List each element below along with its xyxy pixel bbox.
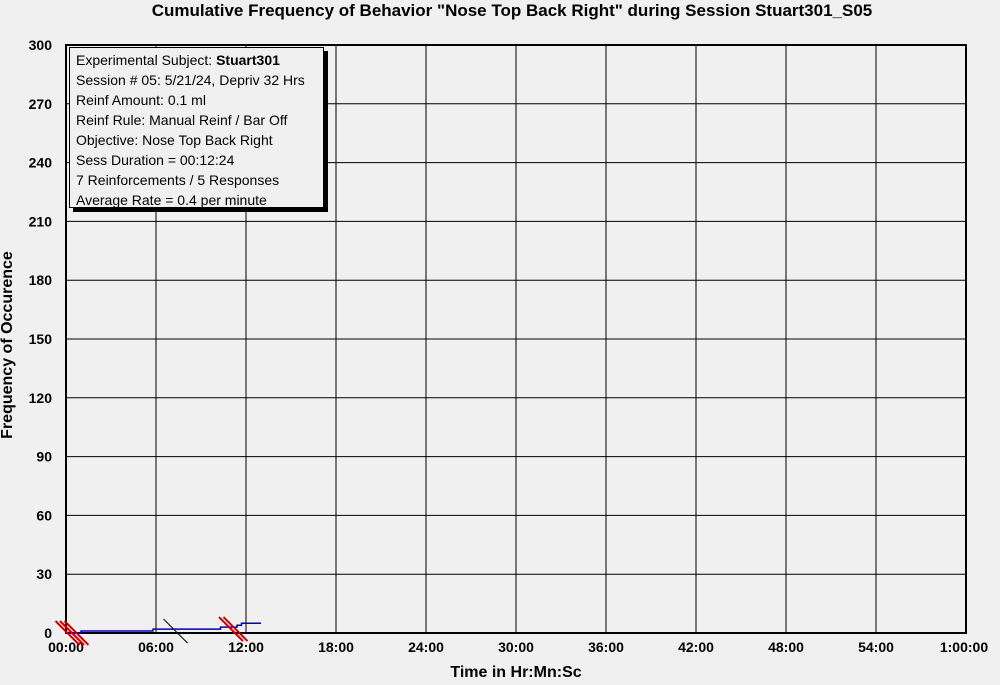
y-tick-label: 300 [29,37,53,53]
info-reinf-amount: Reinf Amount: 0.1 ml [76,92,206,108]
info-session: Session # 05: 5/21/24, Depriv 32 Hrs [76,72,305,88]
chart-title: Cumulative Frequency of Behavior "Nose T… [152,1,873,20]
event-marker [222,616,249,642]
x-axis-title: Time in Hr:Mn:Sc [450,664,581,681]
y-tick-label: 240 [29,155,53,171]
x-tick-label: 36:00 [588,639,624,655]
info-subject: Experimental Subject: Stuart301 [76,50,317,70]
x-tick-label: 12:00 [228,639,264,655]
y-tick-labels: 0306090120150180210240270300 [29,37,53,641]
x-tick-label: 00:00 [48,639,84,655]
y-tick-label: 270 [29,96,53,112]
y-tick-label: 150 [29,331,53,347]
x-tick-label: 54:00 [858,639,894,655]
y-tick-label: 60 [36,507,52,523]
x-tick-label: 48:00 [768,639,804,655]
y-tick-label: 90 [36,449,52,465]
info-subject-label: Experimental Subject: [76,52,213,68]
info-reinf-rule: Reinf Rule: Manual Reinf / Bar Off [76,112,288,128]
y-tick-label: 210 [29,213,53,229]
info-rate: Average Rate = 0.4 per minute [76,192,267,208]
info-duration: Sess Duration = 00:12:24 [76,152,235,168]
y-axis-title: Frequency of Occurence [0,251,16,439]
y-tick-label: 120 [29,390,53,406]
info-counts: 7 Reinforcements / 5 Responses [76,172,280,188]
info-subject-value: Stuart301 [216,52,280,68]
info-objective: Objective: Nose Top Back Right [76,132,273,148]
session-info-box: Experimental Subject: Stuart301 Session … [69,47,324,208]
y-tick-label: 180 [29,272,53,288]
event-marker [218,616,244,642]
x-tick-label: 24:00 [408,639,444,655]
x-tick-label: 30:00 [498,639,534,655]
y-tick-label: 30 [36,566,52,582]
x-tick-label: 1:00:00 [940,639,988,655]
x-tick-labels: 00:00 06:00 12:00 18:00 24:00 30:00 36:00 42:00… [48,639,988,655]
x-tick-label: 18:00 [318,639,354,655]
x-tick-label: 42:00 [678,639,714,655]
x-tick-label: 06:00 [138,639,174,655]
